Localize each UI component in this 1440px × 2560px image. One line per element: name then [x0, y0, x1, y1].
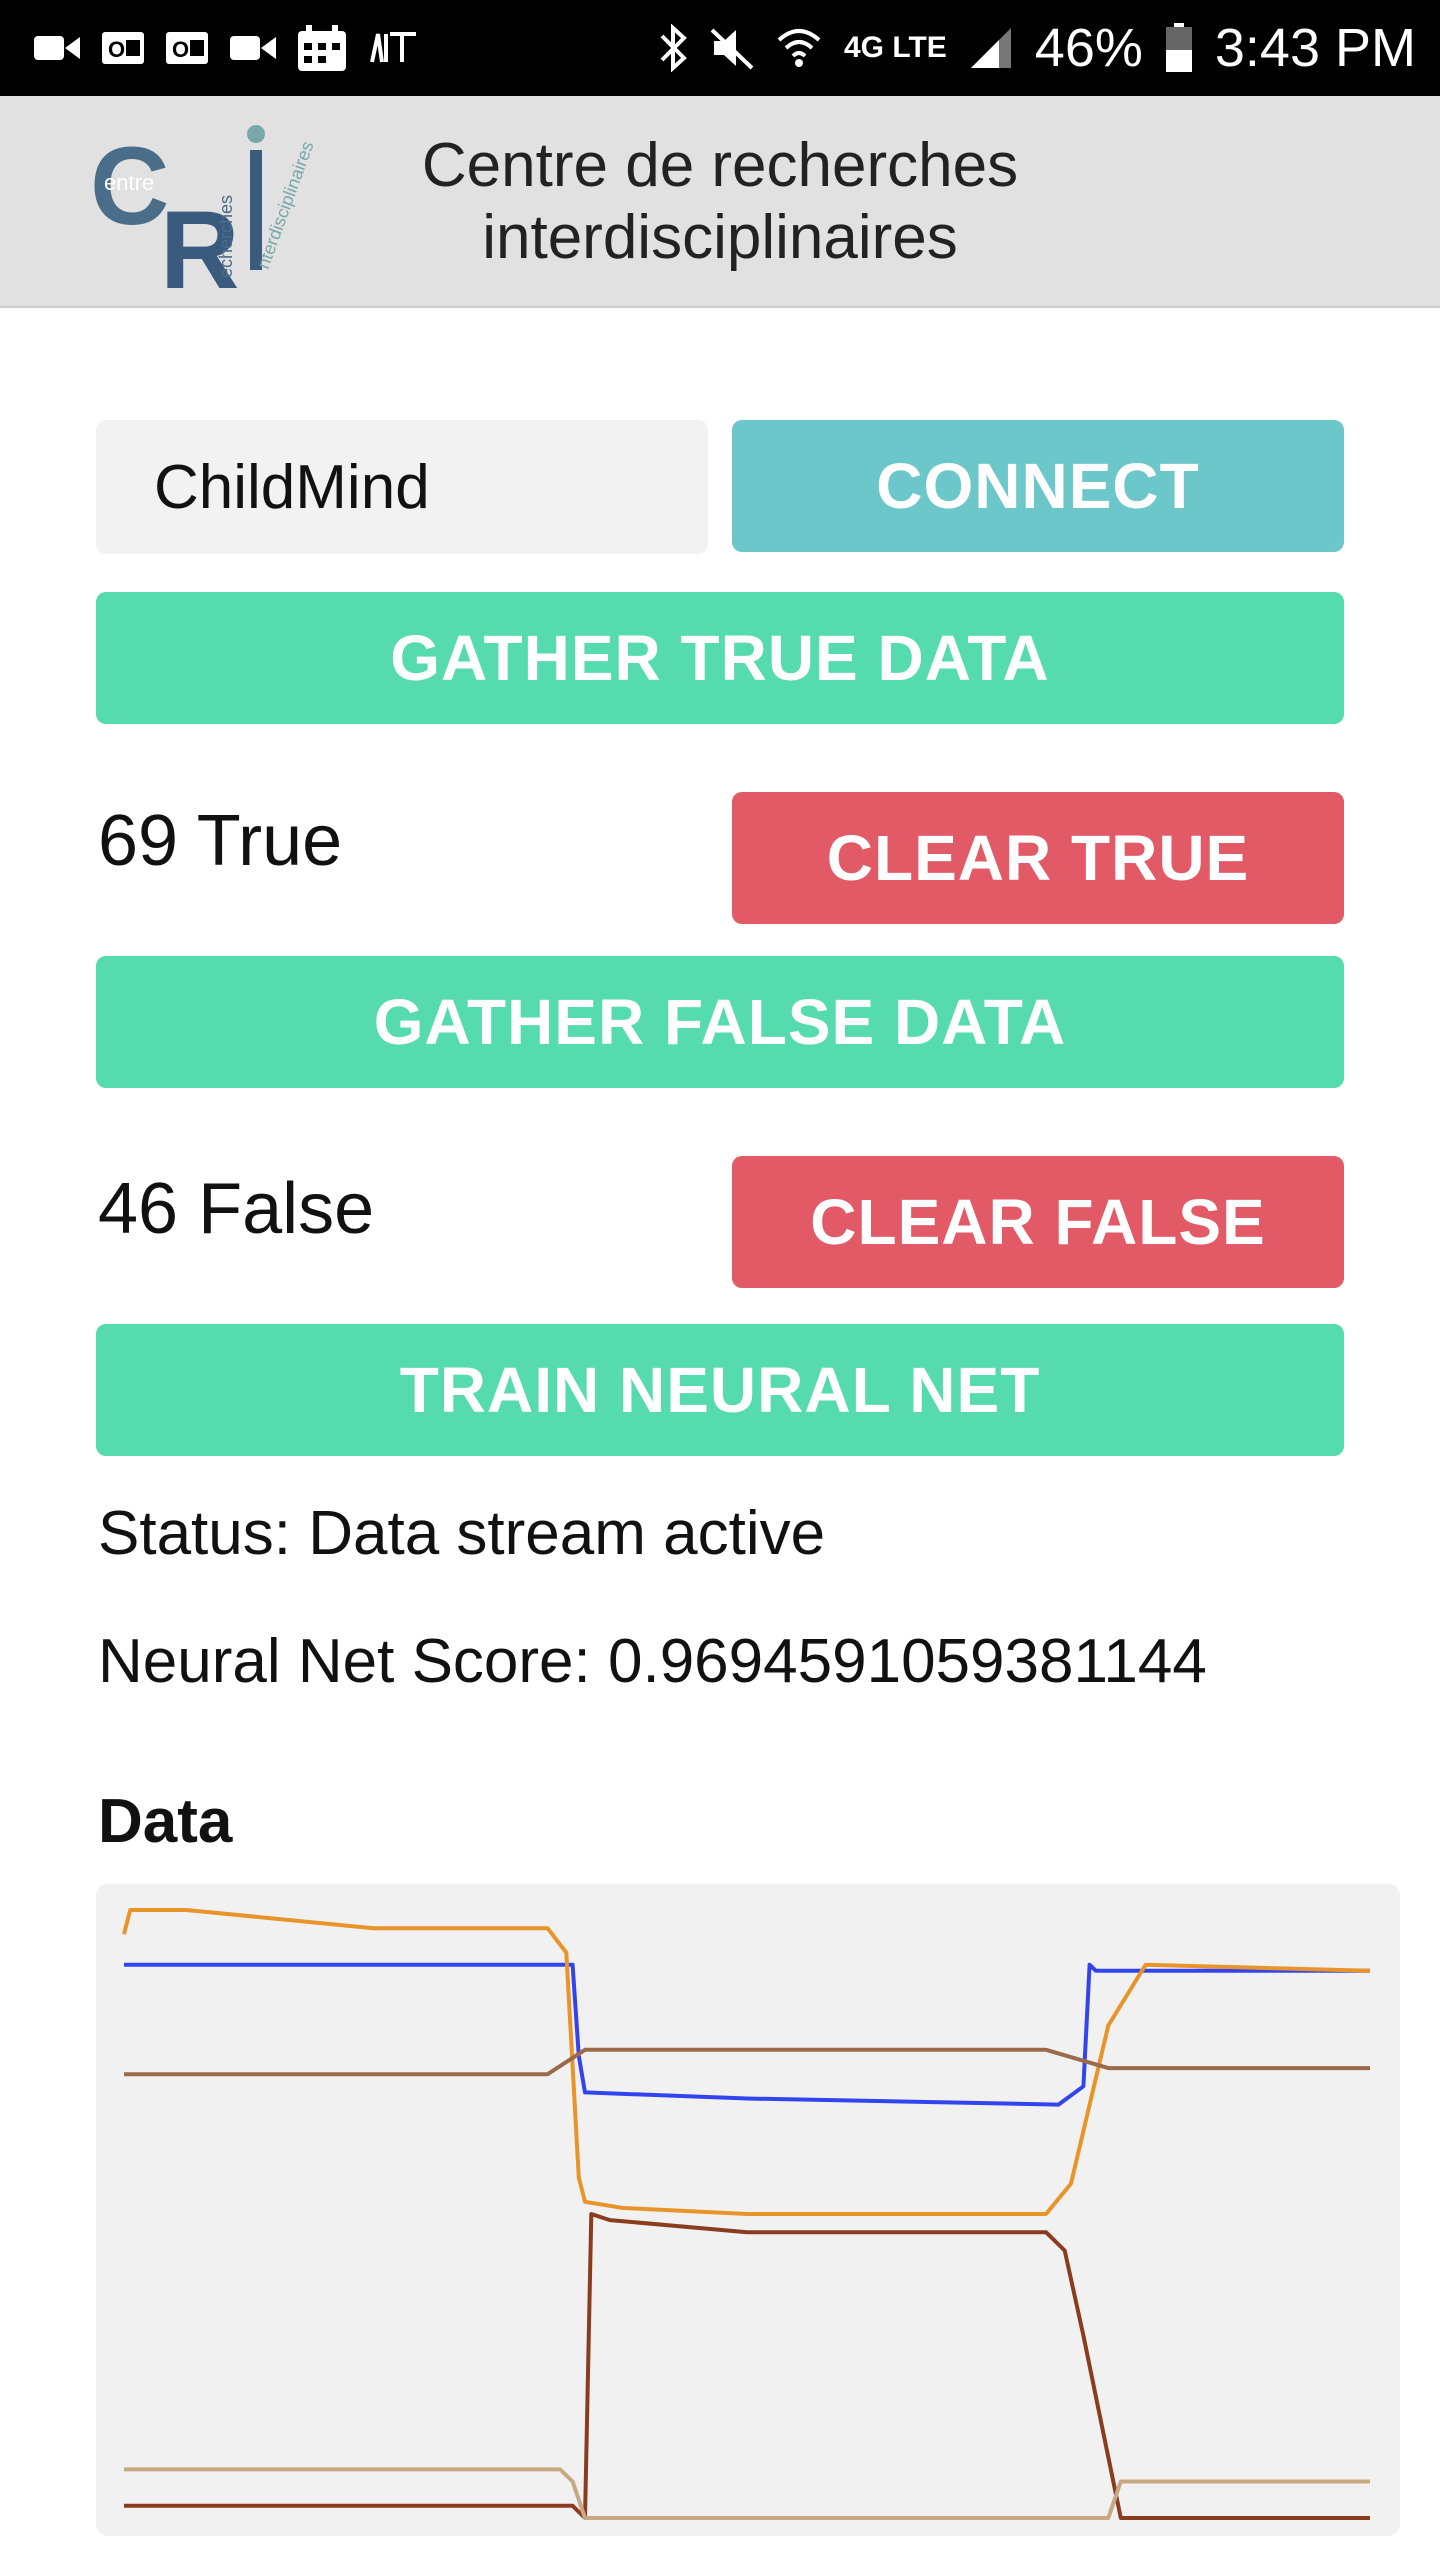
page-title: Centre de recherches interdisciplinaires	[360, 130, 1080, 274]
false-count: 46 False	[98, 1169, 375, 1249]
battery-percent: 46%	[1034, 18, 1143, 78]
video-icon	[34, 0, 80, 96]
wifi-icon	[776, 0, 822, 96]
svg-text:O: O	[108, 37, 125, 62]
video-icon	[230, 0, 276, 96]
svg-text:echerches: echerches	[216, 195, 236, 278]
cri-logo: C R entre echerches nterdisciplinaires	[90, 125, 318, 290]
clear-true-button[interactable]: CLEAR TRUE	[732, 792, 1344, 924]
gather-false-data-button[interactable]: GATHER FALSE DATA	[96, 956, 1344, 1088]
score-text: Neural Net Score: 0.9694591059381144	[98, 1627, 1207, 1696]
true-count: 69 True	[98, 801, 343, 881]
bluetooth-icon	[658, 0, 688, 96]
svg-text:O: O	[172, 37, 189, 62]
status-text: Status: Data stream active	[98, 1499, 826, 1568]
title-line-2: interdisciplinaires	[482, 203, 958, 272]
series-tan-line	[124, 2467, 1370, 2520]
mute-icon	[710, 0, 754, 96]
svg-text:entre: entre	[104, 170, 154, 195]
data-chart	[96, 1884, 1400, 2536]
device-name-input[interactable]: ChildMind	[96, 420, 708, 554]
svg-text:nterdisciplinaires: nterdisciplinaires	[253, 139, 318, 272]
train-neural-net-button[interactable]: TRAIN NEURAL NET	[96, 1324, 1344, 1456]
outlook-icon: O	[166, 0, 208, 96]
status-bar-right: 4G LTE 46% 3:43 PM	[658, 0, 1416, 96]
calendar-icon	[298, 0, 346, 96]
data-section-title: Data	[98, 1787, 233, 1856]
series-blue-line	[124, 1962, 1370, 2107]
series-brown-line	[124, 2047, 1370, 2077]
clear-false-button[interactable]: CLEAR FALSE	[732, 1156, 1344, 1288]
gather-true-data-button[interactable]: GATHER TRUE DATA	[96, 592, 1344, 724]
app-icon	[368, 0, 420, 96]
series-orange-line	[122, 1908, 1371, 2216]
outlook-icon: O	[102, 0, 144, 96]
title-line-1: Centre de recherches	[421, 131, 1019, 200]
signal-icon	[969, 0, 1013, 96]
battery-icon	[1165, 0, 1193, 96]
series-darkbrown-line	[124, 2212, 1370, 2520]
connect-button[interactable]: CONNECT	[732, 420, 1344, 552]
clock: 3:43 PM	[1214, 18, 1416, 78]
network-type: 4G LTE	[844, 31, 947, 64]
status-bar-left: O O	[34, 0, 420, 96]
app-header: C R entre echerches nterdisciplinaires C…	[0, 96, 1440, 308]
status-bar: O O 4G LTE 46% 3:43 PM	[0, 0, 1440, 96]
data-chart-svg	[122, 1908, 1371, 2520]
